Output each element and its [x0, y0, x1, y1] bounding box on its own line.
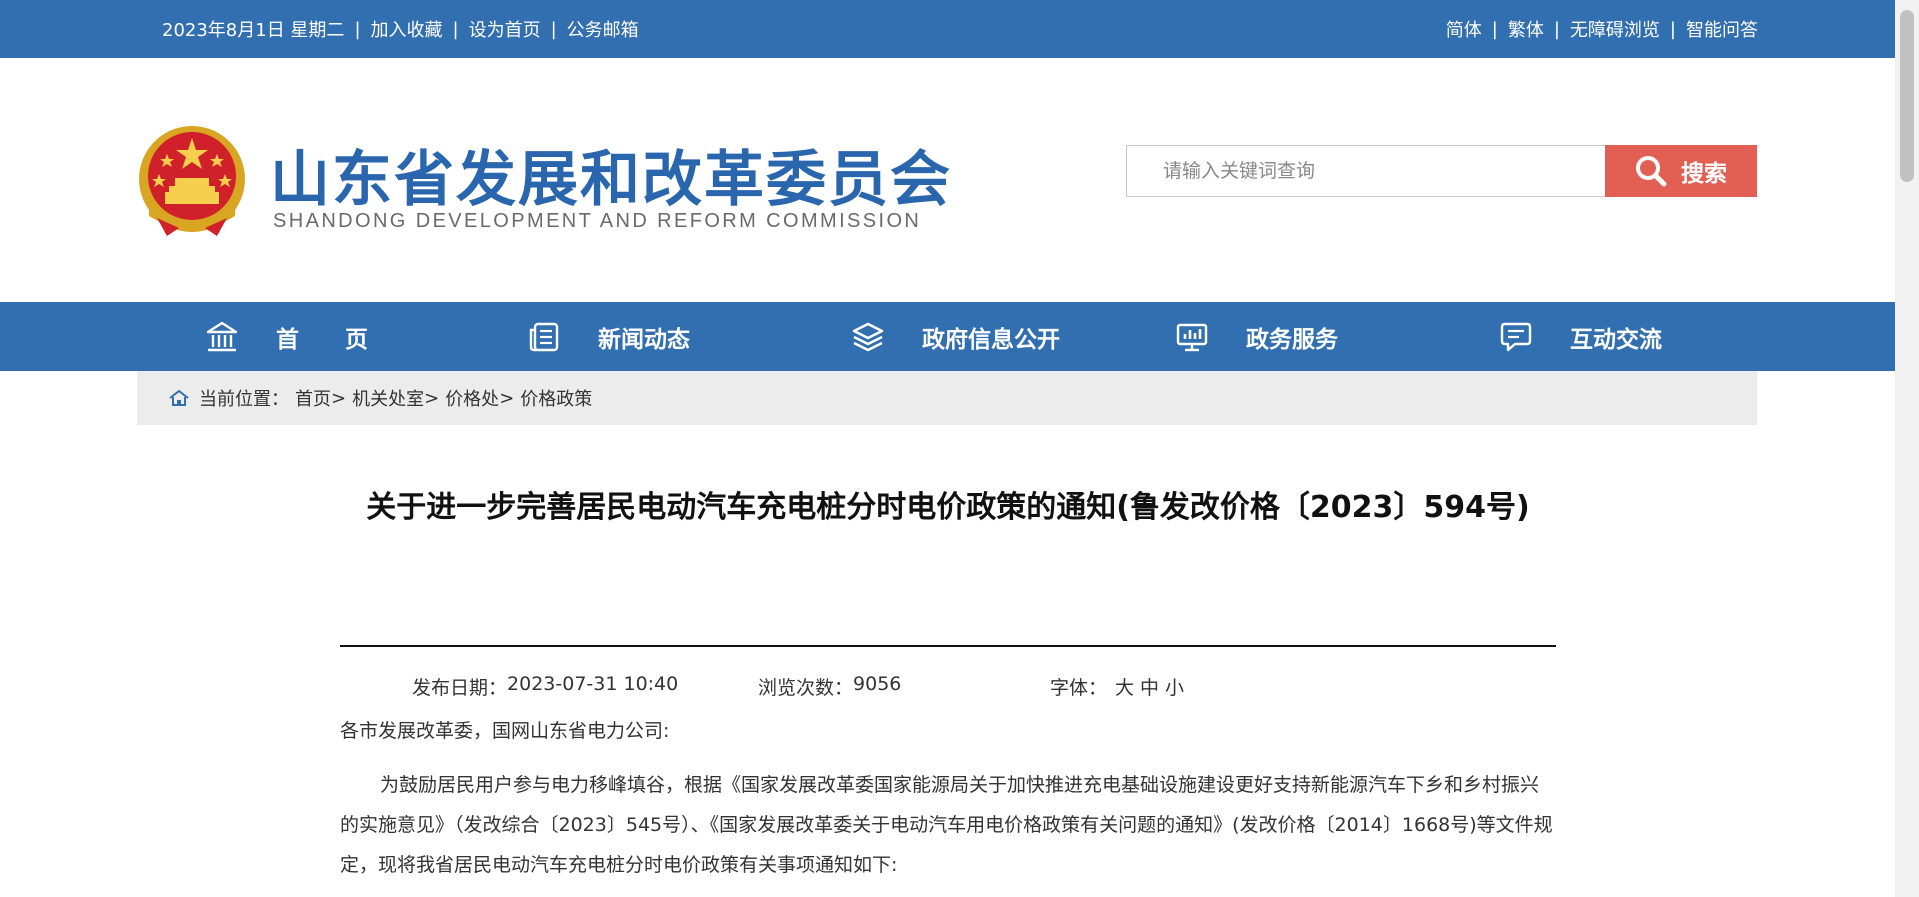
- view-count-label: 浏览次数：: [758, 677, 854, 699]
- search-box: [1126, 145, 1605, 197]
- separator: |: [452, 18, 459, 40]
- title-divider: [340, 645, 1556, 647]
- breadcrumb-price-office[interactable]: 价格处: [445, 385, 499, 411]
- breadcrumb-separator: >: [331, 387, 347, 409]
- publish-date-value: 2023-07-31 10:40: [507, 673, 679, 695]
- search-input[interactable]: [1161, 159, 1585, 183]
- nav-item-services[interactable]: 政务服务: [1174, 302, 1338, 371]
- publish-date-label: 发布日期：: [412, 677, 508, 699]
- nav-item-label: 新闻动态: [598, 326, 690, 353]
- separator: |: [1491, 18, 1498, 40]
- accessibility-link[interactable]: 无障碍浏览: [1570, 16, 1660, 42]
- article-salutation: 各市发展改革委，国网山东省电力公司:: [340, 720, 670, 742]
- nav-item-label: 政府信息公开: [922, 326, 1060, 353]
- national-emblem-icon: [139, 126, 245, 236]
- view-count: 浏览次数： 9056: [758, 673, 1050, 700]
- simplified-chinese-link[interactable]: 简体: [1446, 16, 1482, 42]
- article-title: 关于进一步完善居民电动汽车充电桩分时电价政策的通知(鲁发改价格〔2023〕594…: [366, 490, 1530, 525]
- main-nav: 首页 新闻动态 政府信息公开 政务服务 互动交流: [0, 302, 1895, 371]
- nav-item-interaction[interactable]: 互动交流: [1498, 302, 1662, 371]
- font-size-large[interactable]: 大: [1115, 673, 1134, 700]
- news-icon: [526, 319, 562, 355]
- article-paragraph: 为鼓励居民用户参与电力移峰填谷，根据《国家发展改革委国家能源局关于加快推进充电基…: [340, 774, 1553, 876]
- search-button-label: 搜索: [1681, 161, 1727, 187]
- breadcrumb-price-policy[interactable]: 价格政策: [520, 385, 592, 411]
- nav-item-home[interactable]: 首页: [204, 302, 414, 371]
- separator: |: [354, 18, 361, 40]
- breadcrumb-separator: >: [499, 387, 515, 409]
- font-size-small[interactable]: 小: [1165, 673, 1184, 700]
- set-homepage-link[interactable]: 设为首页: [469, 16, 541, 42]
- separator: |: [1669, 18, 1676, 40]
- search-button[interactable]: 搜索: [1605, 145, 1757, 197]
- separator: |: [550, 18, 557, 40]
- font-size-medium[interactable]: 中: [1140, 673, 1159, 700]
- nav-item-label: 互动交流: [1570, 326, 1662, 353]
- nav-item-label: 首页: [276, 326, 414, 353]
- breadcrumb-home[interactable]: 首页: [295, 385, 331, 411]
- monitor-chart-icon: [1174, 319, 1210, 355]
- search-icon: [1636, 156, 1667, 187]
- home-icon: [169, 389, 189, 407]
- site-header: 山东省发展和改革委员会 SHANDONG DEVELOPMENT AND REF…: [0, 58, 1895, 302]
- current-date: 2023年8月1日 星期二: [162, 20, 345, 41]
- nav-item-news[interactable]: 新闻动态: [526, 302, 690, 371]
- breadcrumb-separator: >: [424, 387, 440, 409]
- separator: |: [1553, 18, 1560, 40]
- official-mail-link[interactable]: 公务邮箱: [567, 16, 639, 42]
- breadcrumb-prefix: 当前位置：: [199, 389, 289, 410]
- top-bar: 2023年8月1日 星期二 | 加入收藏 | 设为首页 | 公务邮箱 简体 | …: [0, 0, 1895, 58]
- page-scrollbar[interactable]: [1895, 0, 1919, 897]
- add-favorite-link[interactable]: 加入收藏: [371, 16, 443, 42]
- publish-date: 发布日期： 2023-07-31 10:40: [412, 673, 758, 700]
- article-meta: 发布日期： 2023-07-31 10:40 浏览次数： 9056 字体： 大 …: [412, 673, 1190, 700]
- site-subtitle: SHANDONG DEVELOPMENT AND REFORM COMMISSI…: [273, 210, 922, 232]
- top-bar-right: 简体 | 繁体 | 无障碍浏览 | 智能问答: [1446, 16, 1758, 42]
- font-size-selector: 字体： 大 中 小: [1050, 673, 1190, 700]
- traditional-chinese-link[interactable]: 繁体: [1508, 16, 1544, 42]
- scrollbar-thumb[interactable]: [1900, 10, 1914, 182]
- breadcrumb: 当前位置： 首页 > 机关处室 > 价格处 > 价格政策: [137, 371, 1757, 425]
- font-size-label: 字体：: [1050, 677, 1108, 699]
- site-title: 山东省发展和改革委员会: [270, 145, 952, 215]
- top-bar-left: 2023年8月1日 星期二 | 加入收藏 | 设为首页 | 公务邮箱: [162, 16, 639, 42]
- smart-qa-link[interactable]: 智能问答: [1686, 16, 1758, 42]
- bank-icon: [204, 319, 240, 355]
- view-count-value: 9056: [853, 673, 902, 695]
- breadcrumb-departments[interactable]: 机关处室: [352, 385, 424, 411]
- chat-icon: [1498, 319, 1534, 355]
- page: 2023年8月1日 星期二 | 加入收藏 | 设为首页 | 公务邮箱 简体 | …: [0, 0, 1919, 897]
- layers-icon: [850, 319, 886, 355]
- nav-item-label: 政务服务: [1246, 326, 1338, 353]
- nav-item-gov-info[interactable]: 政府信息公开: [850, 302, 1060, 371]
